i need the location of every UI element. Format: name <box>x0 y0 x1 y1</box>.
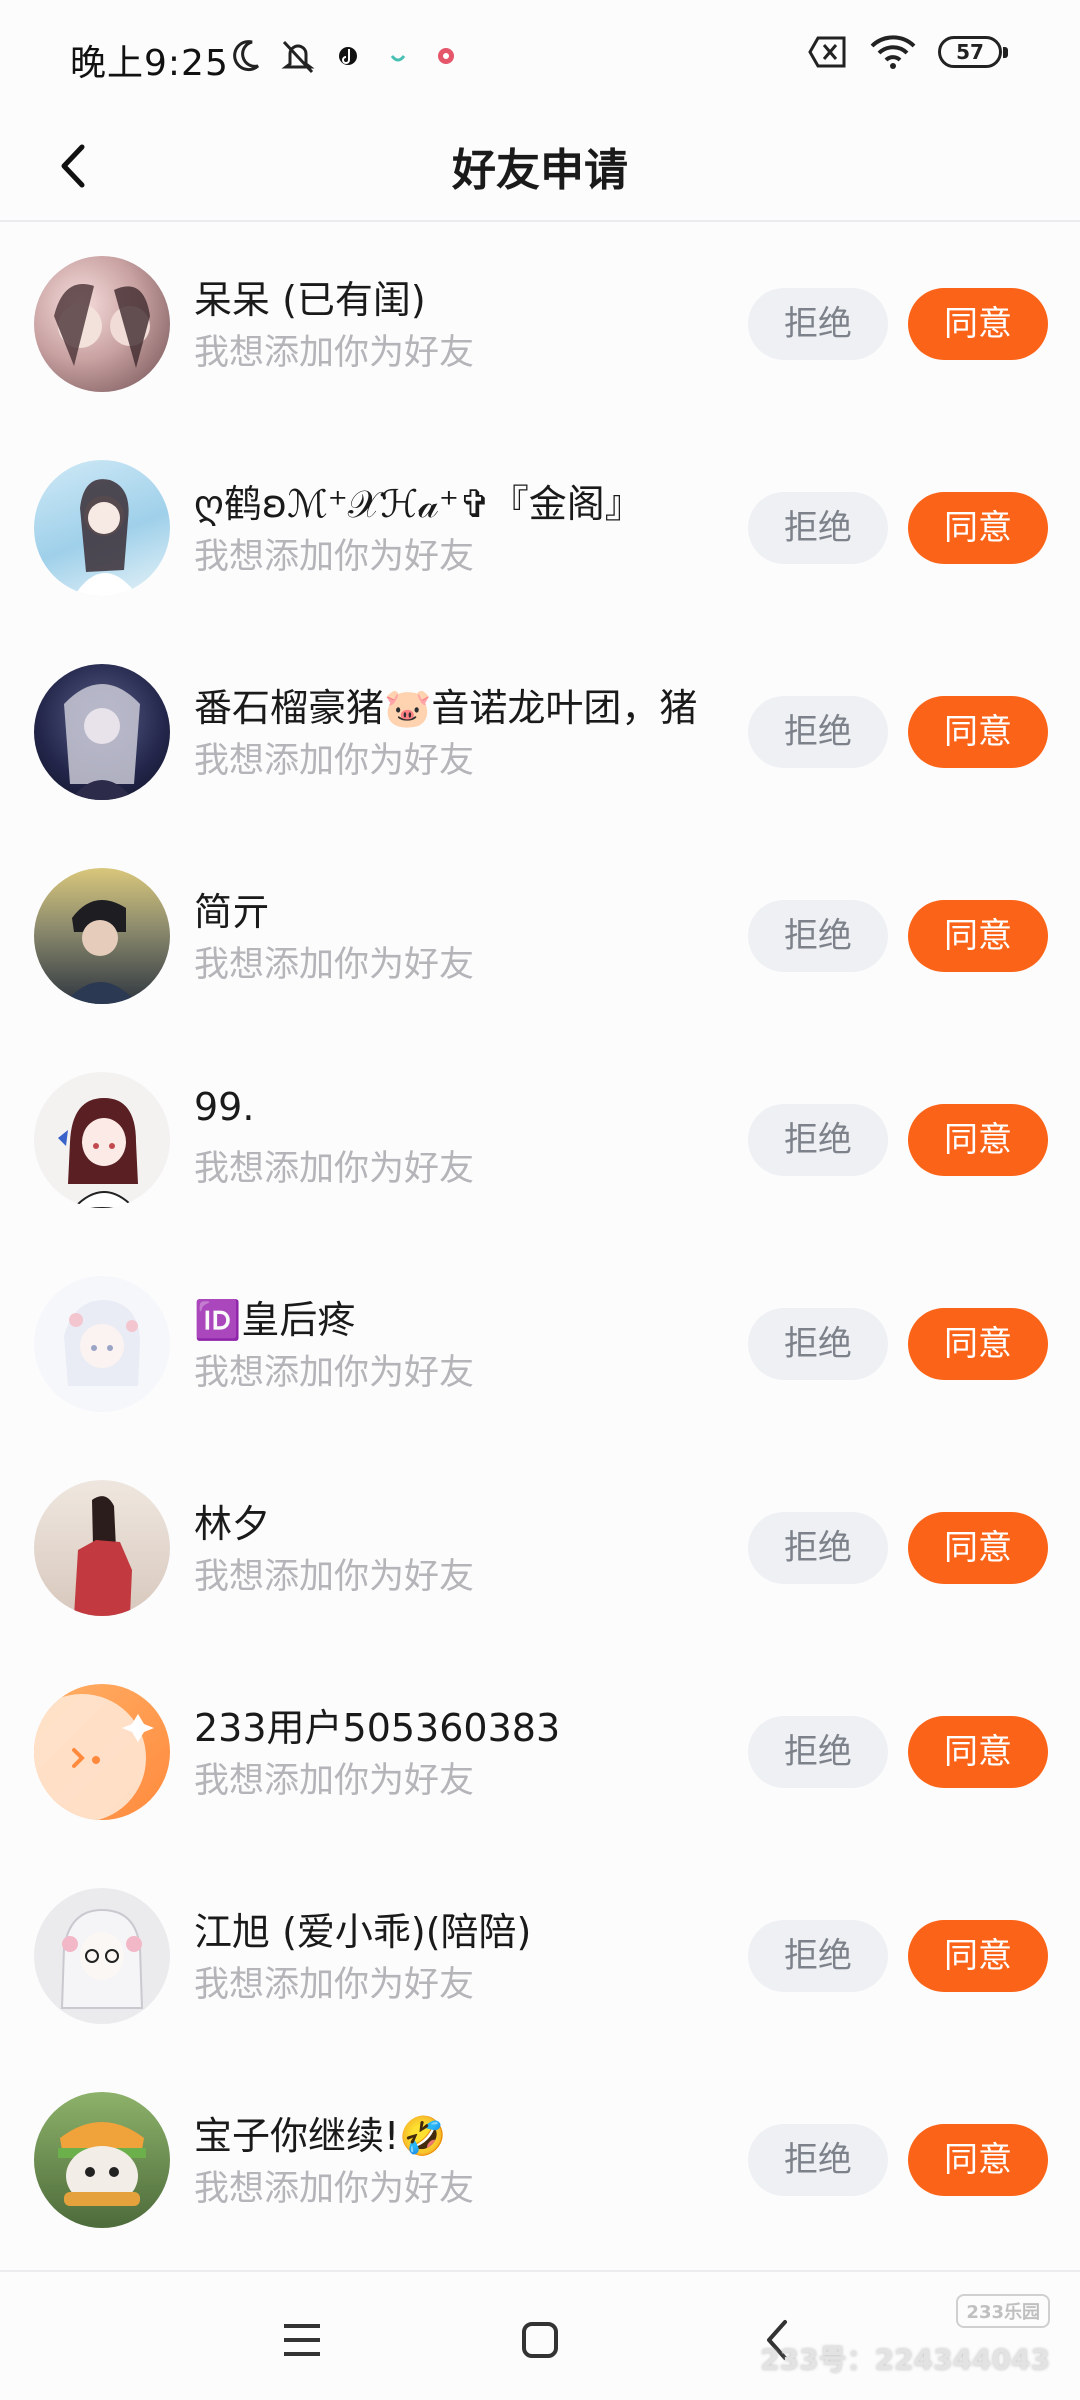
reject-button[interactable]: 拒绝 <box>748 900 888 972</box>
accept-button[interactable]: 同意 <box>908 2124 1048 2196</box>
request-name: 99. <box>194 1085 255 1129</box>
request-name: ღ鹤ʚℳ⁺𝒳ℋ𝒶⁺✞『金阁』 <box>194 482 643 526</box>
request-name: 呆呆 (已有闺) <box>194 278 426 322</box>
avatar[interactable] <box>34 1888 170 2024</box>
wifi-icon <box>870 35 916 69</box>
header: 好友申请 <box>0 110 1080 222</box>
app-notify-icon <box>390 55 406 62</box>
avatar[interactable] <box>34 460 170 596</box>
avatar[interactable] <box>34 1684 170 1820</box>
request-name: 宝子你继续!🤣 <box>194 2114 447 2158</box>
page-title: 好友申请 <box>452 145 628 196</box>
request-name: 简亓 <box>194 890 271 934</box>
list-item: 宝子你继续!🤣 我想添加你为好友 拒绝 同意 <box>0 2060 1080 2264</box>
list-item: 番石榴豪猪🐷音诺龙叶团，猪 我想添加你为好友 拒绝 同意 <box>0 632 1080 836</box>
accept-button[interactable]: 同意 <box>908 1920 1048 1992</box>
reject-button[interactable]: 拒绝 <box>748 2124 888 2196</box>
request-message: 我想添加你为好友 <box>194 1149 475 1189</box>
tiktok-icon <box>339 47 357 65</box>
list-item: 简亓 我想添加你为好友 拒绝 同意 <box>0 836 1080 1040</box>
accept-button[interactable]: 同意 <box>908 900 1048 972</box>
status-time: 晚上9:25 <box>70 43 229 84</box>
home-icon[interactable] <box>510 2310 570 2370</box>
reject-button[interactable]: 拒绝 <box>748 1308 888 1380</box>
list-item: 呆呆 (已有闺) 我想添加你为好友 拒绝 同意 <box>0 224 1080 428</box>
watermark-logo: 233乐园 <box>956 2294 1050 2328</box>
reject-button[interactable]: 拒绝 <box>748 1716 888 1788</box>
status-right: 57 <box>808 34 1008 70</box>
watermark: 233乐园 233号：224344043 <box>760 2294 1050 2378</box>
accept-button[interactable]: 同意 <box>908 696 1048 768</box>
app-notify-icon-2 <box>438 48 454 64</box>
list-item: 233用户505360383 我想添加你为好友 拒绝 同意 <box>0 1652 1080 1856</box>
request-message: 我想添加你为好友 <box>194 1353 475 1393</box>
list-item: ღ鹤ʚℳ⁺𝒳ℋ𝒶⁺✞『金阁』 我想添加你为好友 拒绝 同意 <box>0 428 1080 632</box>
battery-icon: 57 <box>938 36 1008 68</box>
accept-button[interactable]: 同意 <box>908 1512 1048 1584</box>
request-message: 我想添加你为好友 <box>194 1761 475 1801</box>
avatar[interactable] <box>34 256 170 392</box>
accept-button[interactable]: 同意 <box>908 288 1048 360</box>
request-message: 我想添加你为好友 <box>194 1965 475 2005</box>
reject-button[interactable]: 拒绝 <box>748 1920 888 1992</box>
list-item: 99. 我想添加你为好友 拒绝 同意 <box>0 1040 1080 1244</box>
reject-button[interactable]: 拒绝 <box>748 288 888 360</box>
accept-button[interactable]: 同意 <box>908 1716 1048 1788</box>
reject-button[interactable]: 拒绝 <box>748 1104 888 1176</box>
request-name: 🆔皇后疼 <box>194 1298 356 1342</box>
accept-button[interactable]: 同意 <box>908 1308 1048 1380</box>
request-message: 我想添加你为好友 <box>194 1557 475 1597</box>
request-message: 我想添加你为好友 <box>194 945 475 985</box>
reject-button[interactable]: 拒绝 <box>748 696 888 768</box>
menu-icon[interactable] <box>272 2310 332 2370</box>
accept-button[interactable]: 同意 <box>908 492 1048 564</box>
no-sim-icon <box>808 36 846 68</box>
avatar[interactable] <box>34 868 170 1004</box>
reject-button[interactable]: 拒绝 <box>748 1512 888 1584</box>
silent-bell-icon <box>281 40 315 74</box>
avatar[interactable] <box>34 2092 170 2228</box>
request-name: 番石榴豪猪🐷音诺龙叶团，猪 <box>194 686 698 730</box>
reject-button[interactable]: 拒绝 <box>748 492 888 564</box>
watermark-text: 233号：224344043 <box>760 2343 1050 2376</box>
avatar[interactable] <box>34 664 170 800</box>
avatar[interactable] <box>34 1276 170 1412</box>
request-name: 233用户505360383 <box>194 1706 561 1750</box>
request-message: 我想添加你为好友 <box>194 537 475 577</box>
status-bar: 晚上9:25 57 <box>0 0 1080 110</box>
avatar[interactable] <box>34 1480 170 1616</box>
request-name: 林夕 <box>194 1502 271 1546</box>
list-item: 江旭 (爱小乖)(陪陪) 我想添加你为好友 拒绝 同意 <box>0 1856 1080 2060</box>
request-message: 我想添加你为好友 <box>194 2169 475 2209</box>
request-message: 我想添加你为好友 <box>194 333 475 373</box>
moon-icon <box>233 40 260 72</box>
request-name: 江旭 (爱小乖)(陪陪) <box>194 1910 532 1954</box>
list-item: 🆔皇后疼 我想添加你为好友 拒绝 同意 <box>0 1244 1080 1448</box>
request-message: 我想添加你为好友 <box>194 741 475 781</box>
avatar[interactable] <box>34 1072 170 1208</box>
accept-button[interactable]: 同意 <box>908 1104 1048 1176</box>
list-item: 林夕 我想添加你为好友 拒绝 同意 <box>0 1448 1080 1652</box>
